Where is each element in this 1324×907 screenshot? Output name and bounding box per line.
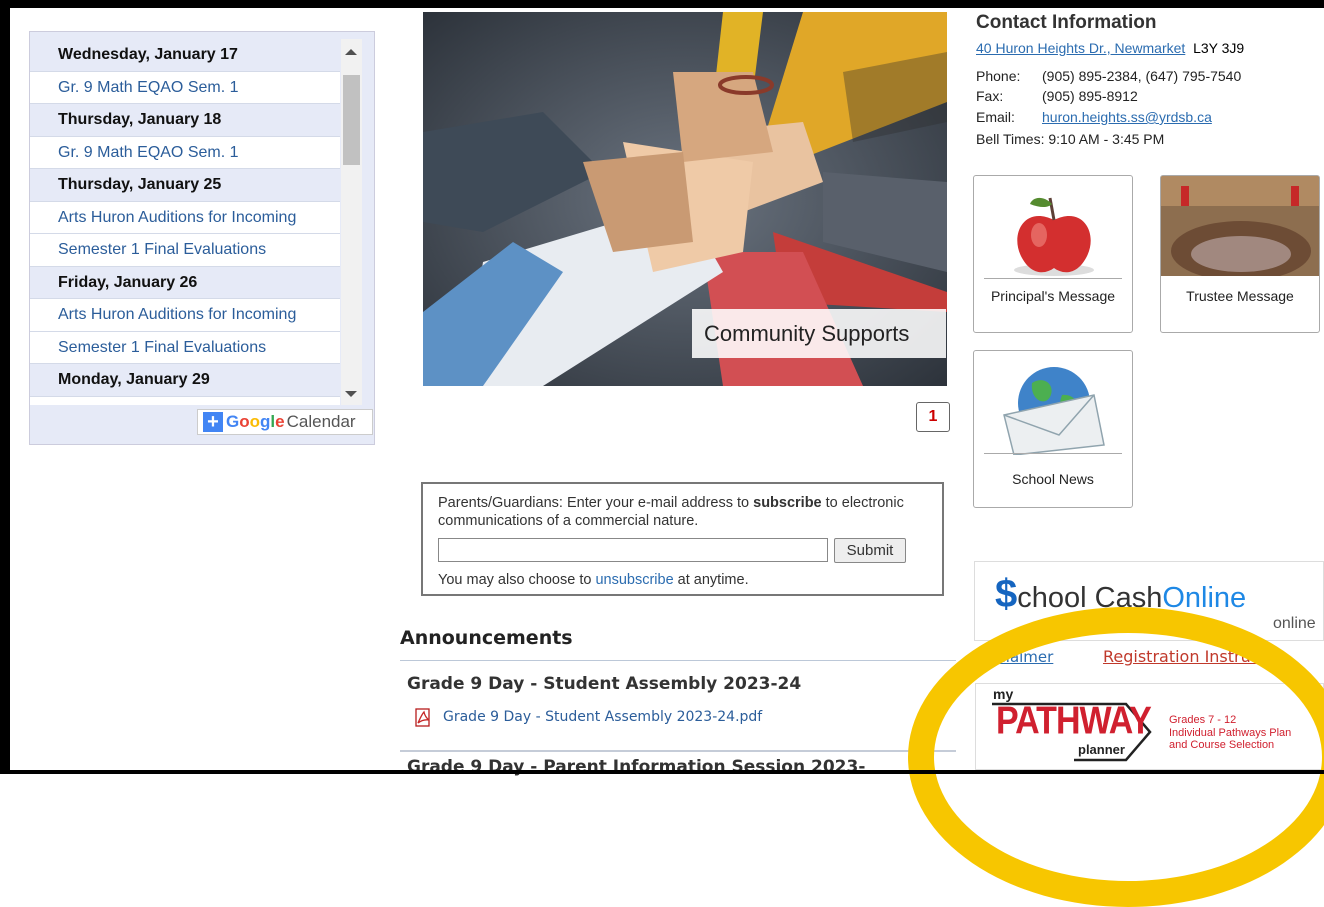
announcement-title: Grade 9 Day - Parent Information Session… xyxy=(407,757,866,777)
calendar-label: Calendar xyxy=(286,412,356,431)
announcement-attachment-link[interactable]: Grade 9 Day - Student Assembly 2023-24.p… xyxy=(443,709,762,725)
calendar-agenda-list[interactable]: Wednesday, January 17 Gr. 9 Math EQAO Sem… xyxy=(30,39,340,405)
school-cash-tagline: online xyxy=(1273,615,1316,632)
trustee-message-tile[interactable]: Trustee Message xyxy=(1160,175,1320,333)
principals-message-tile[interactable]: Principal's Message xyxy=(973,175,1133,333)
calendar-event[interactable]: Arts Huron Auditions for Incoming xyxy=(30,201,340,234)
calendar-widget: Wednesday, January 17 Gr. 9 Math EQAO Sem… xyxy=(29,31,375,445)
disclaimer-link[interactable]: Disclaimer xyxy=(974,648,1053,666)
calendar-event[interactable]: Arts Huron Auditions for Incoming xyxy=(30,396,340,405)
calendar-event[interactable]: Semester 1 Final Evaluations xyxy=(30,331,340,364)
divider xyxy=(984,278,1122,279)
calendar-scrollbar[interactable] xyxy=(341,39,362,405)
calendar-date-header: Thursday, January 18 xyxy=(30,104,340,137)
calendar-event[interactable]: Gr. 9 Math EQAO Sem. 1 xyxy=(30,136,340,169)
pdf-icon xyxy=(415,708,430,727)
google-logo-text: Google xyxy=(226,412,285,431)
phone-line: Phone: (905) 895-2384, (647) 795-7540 xyxy=(976,68,1242,84)
email-subscribe-input[interactable] xyxy=(438,538,828,562)
school-cash-online-banner[interactable]: $chool CashOnline online xyxy=(974,561,1324,641)
calendar-date-header: Monday, January 29 xyxy=(30,364,340,397)
pathway-description: Grades 7 - 12 Individual Pathways Plan and… xyxy=(1169,714,1292,751)
google-calendar-button[interactable]: + Google Calendar xyxy=(197,409,373,435)
school-news-tile[interactable]: School News xyxy=(973,350,1133,508)
hero-caption: Community Supports xyxy=(692,309,946,358)
submit-button[interactable]: Submit xyxy=(834,538,906,563)
pathway-logo-text: PATHWAY xyxy=(996,699,1152,743)
scrollbar-thumb[interactable] xyxy=(343,75,360,165)
calendar-date-header: Thursday, January 25 xyxy=(30,169,340,202)
contact-heading: Contact Information xyxy=(976,12,1157,33)
calendar-date-header: Wednesday, January 17 xyxy=(30,39,340,72)
announcement-title: Grade 9 Day - Student Assembly 2023-24 xyxy=(407,674,802,694)
carousel-slide-indicator[interactable]: 1 xyxy=(916,402,950,432)
divider xyxy=(400,750,956,752)
scroll-down-icon[interactable] xyxy=(345,391,357,397)
apple-icon xyxy=(1014,197,1094,276)
subscribe-box: Parents/Guardians: Enter your e-mail add… xyxy=(421,482,944,596)
school-cash-logo: $chool CashOnline xyxy=(995,572,1247,616)
window-frame-bottom xyxy=(0,770,1324,774)
tile-label: Principal's Message xyxy=(990,288,1116,304)
unsubscribe-link[interactable]: unsubscribe xyxy=(595,572,673,588)
calendar-event[interactable]: Semester 1 Final Evaluations xyxy=(30,234,340,267)
council-chamber-image xyxy=(1161,176,1319,276)
window-frame-top xyxy=(0,0,1324,8)
registration-instructions-link[interactable]: Registration Instruc xyxy=(1103,647,1260,666)
plus-icon: + xyxy=(203,412,223,432)
calendar-event[interactable]: Arts Huron Auditions for Incoming xyxy=(30,299,340,332)
postal-code: L3Y 3J9 xyxy=(1193,40,1245,56)
my-pathway-planner-banner[interactable]: my PATHWAY planner Grades 7 - 12 Individu… xyxy=(975,683,1324,770)
pathway-planner: planner xyxy=(1078,742,1125,757)
window-frame-left xyxy=(0,0,10,774)
divider xyxy=(984,453,1122,454)
calendar-date-header: Friday, January 26 xyxy=(30,266,340,299)
fax-line: Fax: (905) 895-8912 xyxy=(976,88,1138,104)
bell-times: Bell Times: 9:10 AM - 3:45 PM xyxy=(976,131,1165,147)
email-line: Email: huron.heights.ss@yrdsb.ca xyxy=(976,109,1212,125)
tile-label: Trustee Message xyxy=(1186,288,1294,304)
announcements-heading: Announcements xyxy=(400,627,573,649)
unsubscribe-note: You may also choose to unsubscribe at an… xyxy=(438,572,749,588)
email-link[interactable]: huron.heights.ss@yrdsb.ca xyxy=(1042,109,1212,125)
divider xyxy=(400,660,956,661)
address-line: 40 Huron Heights Dr., Newmarket L3Y 3J9 xyxy=(976,40,1244,56)
tile-label: School News xyxy=(1012,471,1094,487)
scroll-up-icon[interactable] xyxy=(345,49,357,55)
calendar-event[interactable]: Gr. 9 Math EQAO Sem. 1 xyxy=(30,71,340,104)
address-link[interactable]: 40 Huron Heights Dr., Newmarket xyxy=(976,40,1185,56)
subscribe-description: Parents/Guardians: Enter your e-mail add… xyxy=(438,495,904,529)
globe-envelope-icon xyxy=(1003,367,1105,455)
